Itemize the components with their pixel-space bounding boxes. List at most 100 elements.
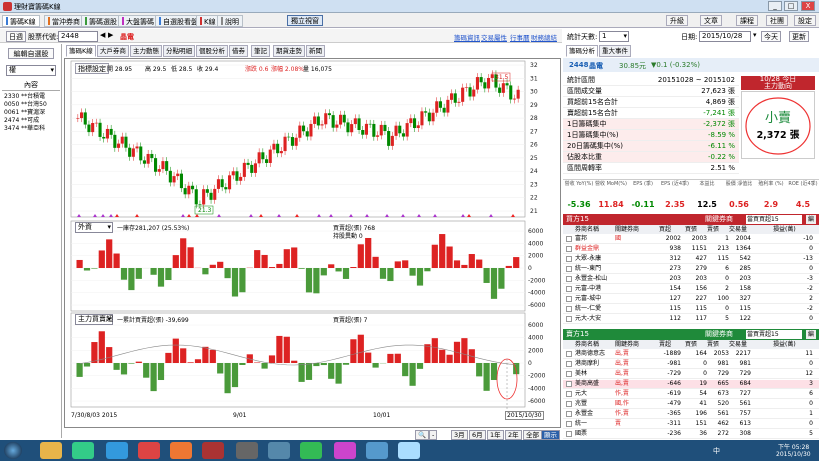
table-row[interactable]: 美林 出,賣 -729 0 729 729 12 <box>563 370 819 379</box>
watchlist-select[interactable]: 權 ▾ <box>6 65 56 76</box>
column-header[interactable]: 買張 <box>685 340 697 349</box>
row-checkbox[interactable] <box>566 316 572 322</box>
chart-tab-branch-detail[interactable]: 分點明細 <box>163 45 195 57</box>
column-header[interactable]: 券商名稱 <box>575 225 599 234</box>
firefox-icon[interactable] <box>170 442 192 459</box>
explorer-icon[interactable] <box>40 442 62 459</box>
chrome-icon[interactable] <box>138 442 160 459</box>
row-checkbox[interactable] <box>566 381 572 387</box>
sub2-select[interactable]: 主力買賣超 ▾ <box>75 314 113 325</box>
table-row[interactable]: 元富-中港 154 156 2 158 -2 <box>563 285 819 294</box>
chart-tab-main-force[interactable]: 主力動態 <box>130 45 162 57</box>
app-icon-media[interactable] <box>236 442 258 459</box>
table-row[interactable]: 港商德意志 出,賣 -1889 164 2053 2217 11 <box>563 350 819 359</box>
table-row[interactable]: 美商高盛 出,賣 -646 19 665 684 3 <box>563 380 819 389</box>
column-header[interactable]: 交易量 <box>729 340 747 349</box>
buy-key-broker-link[interactable]: 關鍵券商 <box>705 214 733 225</box>
range-6m-button[interactable]: 6月 <box>469 430 486 440</box>
courses-button[interactable]: 課程 <box>736 15 758 26</box>
refresh-button[interactable]: 更新 <box>789 31 809 42</box>
article-button[interactable]: 文章 <box>700 15 722 26</box>
tab-chip-analysis[interactable]: 籌碼分析 <box>566 45 598 57</box>
link-financial-summary[interactable]: 財務總結 <box>531 32 557 42</box>
tab-major-events[interactable]: 重大事件 <box>599 45 631 57</box>
table-row[interactable]: 群益金鼎 938 1151 213 1364 0 <box>563 245 819 254</box>
minimize-button[interactable]: _ <box>768 1 782 11</box>
column-header[interactable]: 關鍵券商 <box>615 225 639 234</box>
sell-edit-button[interactable]: 編 <box>806 330 816 339</box>
row-checkbox[interactable] <box>566 296 572 302</box>
float-window-button[interactable]: 獨立視窗 <box>287 15 323 26</box>
app-icon-game[interactable] <box>202 442 224 459</box>
tab-daytrade-brokers[interactable]: 當沖券商 <box>44 15 84 27</box>
row-checkbox[interactable] <box>566 421 572 427</box>
chart-tab-stock-analysis[interactable]: 個股分析 <box>196 45 228 57</box>
row-checkbox[interactable] <box>566 401 572 407</box>
chart-tab-big-brokers[interactable]: 大戶券商 <box>97 45 129 57</box>
app-icon-window[interactable] <box>366 442 388 459</box>
today-button[interactable]: 今天 <box>761 31 781 42</box>
tab-help[interactable]: 說明 <box>217 15 243 27</box>
close-button[interactable]: X <box>801 1 815 11</box>
community-button[interactable]: 社團 <box>766 15 788 26</box>
zoom-out-icon[interactable]: - <box>429 430 438 440</box>
table-row[interactable]: 元大-大安 112 117 5 122 0 <box>563 315 819 324</box>
column-header[interactable]: 損益(萬) <box>773 340 796 349</box>
row-checkbox[interactable] <box>566 276 572 282</box>
chart-tab-lending[interactable]: 借券 <box>229 45 248 57</box>
row-checkbox[interactable] <box>566 266 572 272</box>
table-row[interactable]: 統一-東門 273 279 6 285 0 <box>563 265 819 274</box>
date-picker-icon[interactable]: ▾ <box>753 31 757 39</box>
stock-code-input[interactable]: 2448 <box>58 31 98 42</box>
buy-edit-button[interactable]: 編 <box>806 215 816 224</box>
table-row[interactable]: 國票 -236 36 272 308 5 <box>563 430 819 439</box>
chart-area[interactable]: 指標設定 開 28.95 高 29.5 低 28.5 收 29.4 漲跌 0.6… <box>64 58 561 428</box>
row-checkbox[interactable] <box>566 351 572 357</box>
period-button[interactable]: 日週 <box>6 31 26 42</box>
maximize-button[interactable]: □ <box>784 1 798 11</box>
tab-chip-kline[interactable]: 籌碼K線 <box>2 15 40 27</box>
column-header[interactable]: 賣張 <box>707 225 719 234</box>
sell-select[interactable]: 當買賣超15 <box>746 330 802 339</box>
app-icon-tool[interactable] <box>268 442 290 459</box>
range-3m-button[interactable]: 3月 <box>451 430 468 440</box>
row-checkbox[interactable] <box>566 246 572 252</box>
app-icon-explorer2[interactable] <box>398 442 420 459</box>
row-checkbox[interactable] <box>566 256 572 262</box>
ime-indicator[interactable]: 中 <box>713 446 720 456</box>
table-row[interactable]: 兆豐 國,作 -479 41 520 561 0 <box>563 400 819 409</box>
table-row[interactable]: 統一-仁愛 115 115 0 115 -2 <box>563 305 819 314</box>
row-checkbox[interactable] <box>566 286 572 292</box>
chart-tab-news[interactable]: 新聞 <box>306 45 325 57</box>
sell-key-broker-link[interactable]: 關鍵券商 <box>705 329 733 340</box>
table-row[interactable]: 永豐金 作,賣 -365 196 561 757 1 <box>563 410 819 419</box>
table-row[interactable]: 永豐金-松山 203 203 0 203 -3 <box>563 275 819 284</box>
row-checkbox[interactable] <box>566 236 572 242</box>
upgrade-button[interactable]: 升級 <box>666 15 688 26</box>
range-all-button[interactable]: 全部 <box>523 430 542 440</box>
column-header[interactable]: 券商名稱 <box>575 340 599 349</box>
display-button[interactable]: 顯示 <box>541 430 560 440</box>
watchlist-item[interactable]: 3474 **華亞科 <box>4 123 45 132</box>
app-icon-paint[interactable] <box>334 442 356 459</box>
media-icon[interactable] <box>72 442 94 459</box>
row-checkbox[interactable] <box>566 431 572 437</box>
sub1-select[interactable]: 外資 ▾ <box>75 222 113 233</box>
ie-icon[interactable] <box>106 442 128 459</box>
tab-watchlist[interactable]: 自選股看盤 <box>155 15 202 27</box>
prev-arrow-icon[interactable]: ◀ <box>100 31 105 39</box>
settings-button[interactable]: 設定 <box>794 15 816 26</box>
stat-days-select[interactable]: 1 ▾ <box>599 31 629 42</box>
row-checkbox[interactable] <box>566 411 572 417</box>
link-calendar[interactable]: 行事曆 <box>510 32 530 42</box>
table-row[interactable]: 統一 賣 -311 151 462 613 0 <box>563 420 819 429</box>
buy-select[interactable]: 當買買超15 <box>746 215 802 224</box>
column-header[interactable]: 買張 <box>685 225 697 234</box>
chart-tab-futures[interactable]: 期貨走勢 <box>273 45 305 57</box>
edit-watchlist-button[interactable]: 編輯自選股 <box>8 48 54 59</box>
chart-tab-notes[interactable]: 筆記 <box>251 45 270 57</box>
table-row[interactable]: 港商摩利 出,賣 -981 0 981 981 0 <box>563 360 819 369</box>
range-2y-button[interactable]: 2年 <box>505 430 522 440</box>
table-row[interactable]: 大眾-永康 312 427 115 542 -13 <box>563 255 819 264</box>
table-row[interactable]: 元大 作,賣 -619 54 673 727 6 <box>563 390 819 399</box>
